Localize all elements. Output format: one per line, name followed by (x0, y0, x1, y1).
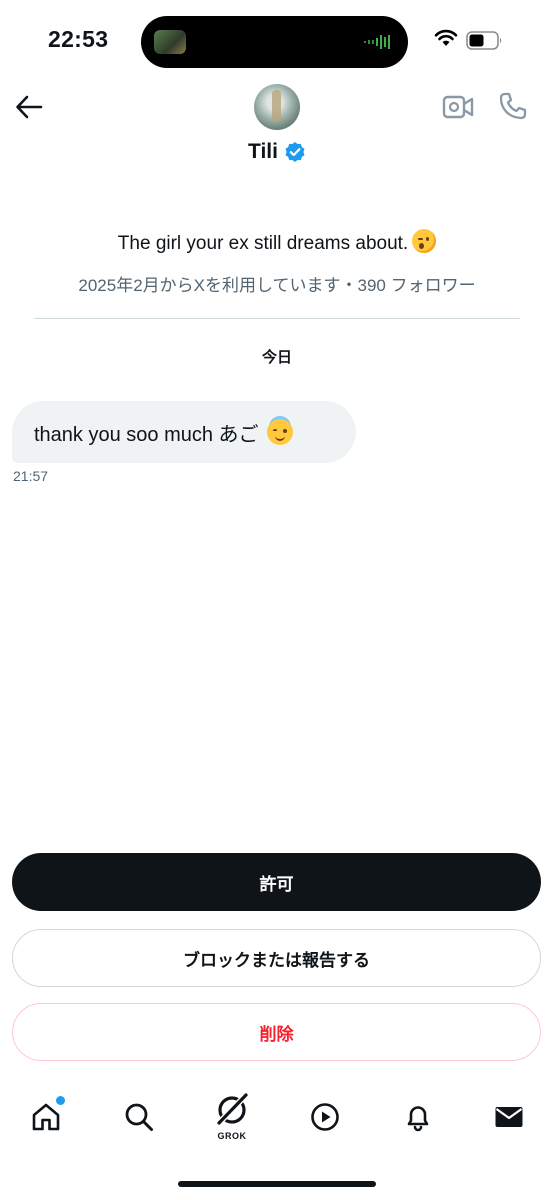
notifications-icon (407, 1106, 429, 1132)
nav-search[interactable] (119, 1097, 159, 1137)
delete-button[interactable]: 削除 (12, 1003, 541, 1061)
date-separator: 今日 (261, 349, 292, 366)
profile-meta: 2025年2月からXを利用しています・390 フォロワー (78, 276, 476, 295)
smiling-face-with-halo-emoji (266, 419, 293, 445)
nav-video[interactable] (305, 1097, 345, 1137)
message-bubble[interactable]: thank you soo much あご (12, 401, 356, 463)
video-call-icon[interactable] (442, 92, 474, 122)
winking-face-emoji (412, 229, 437, 253)
nav-notifications[interactable] (398, 1097, 438, 1137)
divider (34, 318, 520, 319)
battery-icon (466, 31, 502, 50)
profile-bio-text: The girl your ex still dreams about. (117, 233, 409, 254)
wifi-icon (434, 29, 458, 46)
avatar[interactable] (254, 84, 300, 130)
grok-icon (215, 1092, 249, 1127)
now-playing-artwork (154, 30, 186, 54)
allow-button[interactable]: 許可 (12, 853, 541, 911)
video-icon (311, 1103, 339, 1131)
message-text: thank you soo much あご (34, 423, 259, 446)
profile-name: Tili (248, 140, 278, 163)
profile-bio: The girl your ex still dreams about. (0, 229, 554, 255)
phone-icon[interactable] (498, 91, 528, 121)
audio-wave-icon (364, 35, 390, 49)
message-timestamp: 21:57 (13, 468, 49, 484)
home-icon (32, 1103, 60, 1131)
profile-name-row[interactable]: Tili (0, 140, 554, 164)
search-icon (125, 1103, 153, 1131)
dynamic-island (141, 16, 408, 68)
back-arrow-icon[interactable] (14, 92, 44, 122)
dm-screen: 22:53 Tili The girl your ex still dreams… (0, 0, 554, 1200)
block-report-button[interactable]: ブロックまたは報告する (12, 929, 541, 987)
notification-dot (56, 1096, 65, 1105)
messages-icon (495, 1107, 523, 1127)
nav-messages[interactable] (489, 1097, 529, 1137)
home-indicator[interactable] (178, 1181, 376, 1187)
status-time: 22:53 (48, 26, 109, 52)
verified-badge-icon (285, 142, 305, 162)
grok-label: GROK (217, 1131, 247, 1141)
nav-grok[interactable] (212, 1090, 252, 1130)
